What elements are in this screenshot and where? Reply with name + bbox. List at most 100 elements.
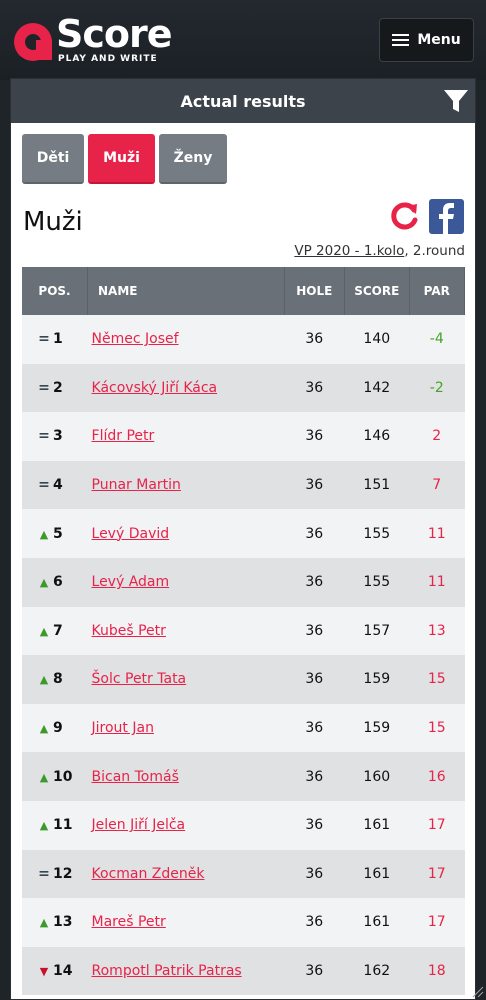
cell-par: -2 <box>409 363 465 413</box>
cell-pos: ▲ 5 <box>22 509 88 558</box>
player-link[interactable]: Flídr Petr <box>92 428 155 444</box>
cell-hole: 36 <box>284 606 345 656</box>
player-link[interactable]: Jirout Jan <box>92 720 154 736</box>
player-link[interactable]: Šolc Petr Tata <box>92 671 187 687</box>
arrow-up-icon: ▲ <box>39 576 49 590</box>
player-link[interactable]: Levý Adam <box>92 574 170 590</box>
cell-pos: = 4 <box>22 460 88 510</box>
player-link[interactable]: Bican Tomáš <box>92 769 179 785</box>
equal-icon: = <box>38 428 50 445</box>
cell-score: 161 <box>344 849 410 899</box>
cell-hole: 36 <box>284 898 345 947</box>
position-number: 8 <box>53 671 63 688</box>
arrow-up-icon: ▲ <box>39 770 49 784</box>
header-pos[interactable]: POS. <box>22 267 89 315</box>
position-number: 2 <box>53 379 63 396</box>
refresh-icon[interactable] <box>387 199 421 233</box>
cell-name: Rompotl Patrik Patras <box>87 946 285 996</box>
cell-hole: 36 <box>284 460 345 510</box>
table-row: ▲ 8 Šolc Petr Tata 36 159 15 <box>22 655 465 704</box>
header-name[interactable]: NAME <box>87 267 285 315</box>
cell-score: 140 <box>344 315 410 364</box>
table-row: ▼ 14 Rompotl Patrik Patras 36 162 18 <box>22 946 465 996</box>
cell-pos: ▲ 10 <box>22 752 88 801</box>
cell-par: -4 <box>409 315 465 364</box>
tab-deti[interactable]: Děti <box>22 134 84 184</box>
position-number: 3 <box>53 428 63 445</box>
position-number: 13 <box>53 914 73 931</box>
cell-par: 18 <box>409 946 465 996</box>
table-header-row: POS. NAME HOLE SCORE PAR <box>22 267 466 315</box>
cell-pos: ▲ 11 <box>22 800 88 850</box>
player-link[interactable]: Mareš Petr <box>92 914 166 930</box>
arrow-up-icon: ▲ <box>39 673 49 687</box>
table-row: = 1 Němec Josef 36 140 -4 <box>22 315 465 364</box>
player-link[interactable]: Levý David <box>92 526 170 542</box>
header-score[interactable]: SCORE <box>344 267 410 315</box>
arrow-up-icon: ▲ <box>39 819 49 833</box>
table-row: ▲ 7 Kubeš Petr 36 157 13 <box>22 606 465 656</box>
cell-name: Mareš Petr <box>87 898 285 947</box>
cell-hole: 36 <box>284 509 345 558</box>
menu-button[interactable]: Menu <box>379 18 474 62</box>
cell-name: Jirout Jan <box>87 703 285 753</box>
hamburger-icon <box>392 33 410 47</box>
cell-hole: 36 <box>284 946 345 996</box>
cell-par: 11 <box>409 557 465 607</box>
filter-icon[interactable] <box>443 88 469 114</box>
cell-name: Němec Josef <box>87 315 285 364</box>
cell-name: Kocman Zdeněk <box>87 849 285 899</box>
cell-score: 159 <box>344 655 410 704</box>
header-par[interactable]: PAR <box>409 267 466 315</box>
player-link[interactable]: Kocman Zdeněk <box>92 866 205 882</box>
round-suffix: , 2.round <box>404 243 465 259</box>
resize-grip-icon[interactable] <box>470 984 484 998</box>
equal-icon: = <box>38 477 50 494</box>
position-number: 9 <box>53 720 63 737</box>
section-title: Muži <box>23 207 83 237</box>
cell-name: Šolc Petr Tata <box>87 655 285 704</box>
tab-zeny[interactable]: Ženy <box>159 134 227 184</box>
player-link[interactable]: Kácovský Jiří Káca <box>92 380 218 396</box>
position-number: 4 <box>53 477 63 494</box>
tab-muzi[interactable]: Muži <box>88 134 155 184</box>
table-row: ▲ 5 Levý David 36 155 11 <box>22 509 465 558</box>
player-link[interactable]: Jelen Jiří Jelča <box>92 817 186 833</box>
top-bar: Score PLAY AND WRITE Menu <box>0 0 486 80</box>
cell-name: Levý Adam <box>87 557 285 607</box>
position-number: 12 <box>53 865 73 882</box>
cell-par: 15 <box>409 703 465 753</box>
player-link[interactable]: Kubeš Petr <box>92 623 166 639</box>
cell-pos: ▲ 9 <box>22 703 88 753</box>
cell-pos: ▼ 14 <box>22 946 88 996</box>
logo[interactable]: Score PLAY AND WRITE <box>12 12 212 64</box>
cell-name: Levý David <box>87 509 285 558</box>
arrow-up-icon: ▲ <box>39 722 49 736</box>
facebook-icon[interactable] <box>429 199 464 234</box>
cell-pos: ▲ 7 <box>22 606 88 656</box>
cell-pos: = 2 <box>22 363 88 413</box>
results-table: POS. NAME HOLE SCORE PAR = 1 Němec Josef 36… <box>22 267 466 996</box>
position-number: 5 <box>53 525 63 542</box>
cell-name: Kácovský Jiří Káca <box>87 363 285 413</box>
cell-name: Kubeš Petr <box>87 606 285 656</box>
logo-wordmark: Score <box>56 12 173 56</box>
round-link[interactable]: VP 2020 - 1.kolo <box>294 243 404 259</box>
position-number: 14 <box>53 963 73 980</box>
player-link[interactable]: Němec Josef <box>92 331 179 347</box>
cell-score: 142 <box>344 363 410 413</box>
table-row: = 3 Flídr Petr 36 146 2 <box>22 412 465 461</box>
cell-hole: 36 <box>284 703 345 753</box>
round-info: VP 2020 - 1.kolo, 2.round <box>294 243 465 259</box>
logo-tagline: PLAY AND WRITE <box>58 54 158 64</box>
cell-pos: = 3 <box>22 412 88 461</box>
cell-name: Bican Tomáš <box>87 752 285 801</box>
cell-score: 159 <box>344 703 410 753</box>
cell-pos: ▲ 8 <box>22 655 88 704</box>
header-hole[interactable]: HOLE <box>284 267 346 315</box>
player-link[interactable]: Rompotl Patrik Patras <box>92 963 242 979</box>
equal-icon: = <box>38 331 50 348</box>
player-link[interactable]: Punar Martin <box>92 477 181 493</box>
cell-score: 161 <box>344 898 410 947</box>
cell-score: 155 <box>344 509 410 558</box>
